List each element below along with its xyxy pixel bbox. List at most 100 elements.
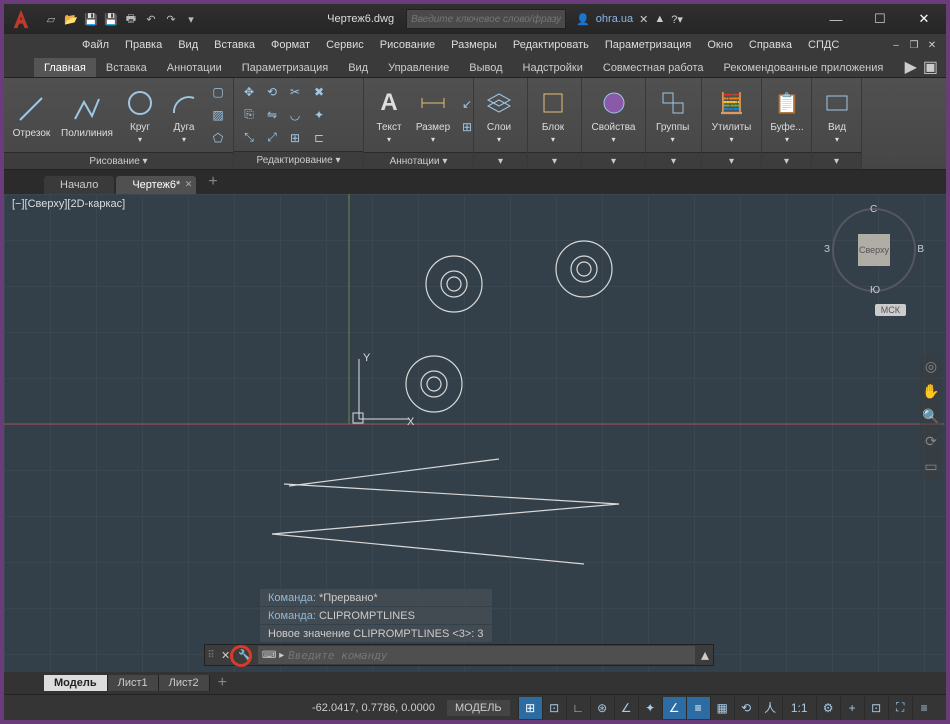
doc-tab-new-button[interactable]: + bbox=[198, 170, 227, 194]
mdi-close-button[interactable]: ✕ bbox=[924, 38, 940, 52]
ribbon-tab-insert[interactable]: Вставка bbox=[96, 58, 157, 77]
menu-modify[interactable]: Редактировать bbox=[505, 37, 597, 53]
circle-button[interactable]: Круг▾ bbox=[119, 80, 161, 150]
qat-dropdown-icon[interactable]: ▾ bbox=[182, 10, 200, 28]
nav-pan-icon[interactable]: ✋ bbox=[922, 383, 939, 400]
menu-window[interactable]: Окно bbox=[699, 37, 741, 53]
nav-orbit-icon[interactable]: ⟳ bbox=[925, 433, 937, 450]
panel-modify-title[interactable]: Редактирование ▾ bbox=[234, 151, 363, 169]
cmd-customize-button[interactable]: 🔧 bbox=[234, 649, 256, 662]
menu-insert[interactable]: Вставка bbox=[206, 37, 263, 53]
doc-tab-close-icon[interactable]: ✕ bbox=[185, 179, 193, 190]
cleanscreen-icon[interactable]: ⛶ bbox=[888, 697, 912, 719]
mdi-restore-button[interactable]: ❐ bbox=[906, 38, 922, 52]
viewcube[interactable]: Сверху С Ю В З bbox=[832, 208, 916, 292]
ortho-toggle-icon[interactable]: ∟ bbox=[566, 697, 590, 719]
wcs-badge[interactable]: МСК bbox=[875, 304, 906, 316]
ribbon-tab-featured[interactable]: Рекомендованные приложения bbox=[714, 58, 894, 77]
drawing-area[interactable]: [−][Сверху][2D-каркас] Y X Сверху С Ю В … bbox=[4, 194, 946, 694]
help-icon[interactable]: ?▾ bbox=[671, 13, 683, 26]
snap-toggle-icon[interactable]: ⊡ bbox=[542, 697, 566, 719]
rotate-icon[interactable]: ⟲ bbox=[261, 81, 283, 103]
menu-view[interactable]: Вид bbox=[170, 37, 206, 53]
erase-icon[interactable]: ✖ bbox=[308, 81, 330, 103]
stretch-icon[interactable]: ⤡ bbox=[238, 127, 260, 149]
panel-groups-title[interactable]: ▾ bbox=[646, 152, 701, 169]
ribbon-tab-view[interactable]: Вид bbox=[338, 58, 378, 77]
view-button[interactable]: Вид▾ bbox=[816, 80, 858, 150]
utilities-button[interactable]: 🧮Утилиты▾ bbox=[706, 80, 757, 150]
customize-status-icon[interactable]: ≡ bbox=[912, 697, 936, 719]
app-icon[interactable]: ▲ bbox=[654, 13, 665, 25]
annomonitor-icon[interactable]: + bbox=[840, 697, 864, 719]
copy-icon[interactable]: ⎘ bbox=[238, 104, 260, 126]
line-button[interactable]: Отрезок bbox=[8, 80, 55, 150]
cmd-recent-dropdown[interactable]: ▴ bbox=[697, 645, 713, 665]
panel-draw-title[interactable]: Рисование ▾ bbox=[4, 152, 233, 169]
trim-icon[interactable]: ✂ bbox=[284, 81, 306, 103]
layout-add-button[interactable]: + bbox=[210, 672, 235, 694]
menu-dimension[interactable]: Размеры bbox=[443, 37, 505, 53]
move-icon[interactable]: ✥ bbox=[238, 81, 260, 103]
menu-help[interactable]: Справка bbox=[741, 37, 800, 53]
menu-spds[interactable]: СПДС bbox=[800, 37, 847, 53]
layout-tab-1[interactable]: Лист1 bbox=[108, 675, 159, 691]
grid-toggle-icon[interactable]: ⊞ bbox=[518, 697, 542, 719]
qat-plot-icon[interactable]: 🖶 bbox=[122, 10, 140, 28]
menu-format[interactable]: Формат bbox=[263, 37, 318, 53]
qat-undo-icon[interactable]: ↶ bbox=[142, 10, 160, 28]
region-icon[interactable]: ⬠ bbox=[207, 127, 229, 149]
qat-save-icon[interactable]: 💾 bbox=[82, 10, 100, 28]
fillet-icon[interactable]: ◡ bbox=[284, 104, 306, 126]
offset-icon[interactable]: ⊏ bbox=[308, 127, 330, 149]
qat-open-icon[interactable]: 📂 bbox=[62, 10, 80, 28]
mdi-minimize-button[interactable]: – bbox=[888, 38, 904, 52]
menu-file[interactable]: Файл bbox=[74, 37, 117, 53]
viewcube-top[interactable]: Сверху bbox=[858, 234, 890, 266]
exchange-icon[interactable]: ✕ bbox=[639, 13, 648, 26]
properties-button[interactable]: Свойства▾ bbox=[586, 80, 641, 150]
ribbon-tab-addins[interactable]: Надстройки bbox=[513, 58, 593, 77]
nav-zoom-icon[interactable]: 🔍 bbox=[922, 408, 939, 425]
clipboard-button[interactable]: 📋Буфе...▾ bbox=[766, 80, 808, 150]
ribbon-play-icon[interactable]: ▶ bbox=[905, 57, 917, 77]
ribbon-min-icon[interactable]: ▣ bbox=[923, 57, 938, 77]
panel-view-title[interactable]: ▾ bbox=[812, 152, 861, 169]
signin-icon[interactable]: 👤 bbox=[576, 13, 590, 26]
menu-parametric[interactable]: Параметризация bbox=[597, 37, 699, 53]
lineweight-icon[interactable]: ≡ bbox=[686, 697, 710, 719]
layout-tab-model[interactable]: Модель bbox=[44, 675, 108, 691]
transparency-icon[interactable]: ▦ bbox=[710, 697, 734, 719]
ribbon-tab-annotate[interactable]: Аннотации bbox=[157, 58, 232, 77]
layout-tab-2[interactable]: Лист2 bbox=[159, 675, 210, 691]
minimize-button[interactable]: — bbox=[814, 4, 858, 34]
polyline-button[interactable]: Полилиния bbox=[57, 80, 117, 150]
cmd-close-icon[interactable]: ✕ bbox=[217, 649, 234, 662]
block-button[interactable]: Блок▾ bbox=[532, 80, 574, 150]
menu-edit[interactable]: Правка bbox=[117, 37, 170, 53]
polar-toggle-icon[interactable]: ⊛ bbox=[590, 697, 614, 719]
app-logo-icon[interactable] bbox=[4, 4, 38, 34]
array-icon[interactable]: ⊞ bbox=[284, 127, 306, 149]
hatch-icon[interactable]: ▨ bbox=[207, 104, 229, 126]
ribbon-tab-output[interactable]: Вывод bbox=[459, 58, 512, 77]
command-input[interactable] bbox=[288, 649, 691, 662]
panel-annotation-title[interactable]: Аннотации ▾ bbox=[364, 152, 473, 169]
rectangle-icon[interactable]: ▢ bbox=[207, 81, 229, 103]
scale-display[interactable]: 1:1 bbox=[782, 697, 816, 719]
layers-button[interactable]: Слои▾ bbox=[478, 80, 520, 150]
groups-button[interactable]: Группы▾ bbox=[650, 80, 695, 150]
search-input[interactable] bbox=[406, 9, 566, 29]
nav-wheel-icon[interactable]: ◎ bbox=[925, 358, 937, 375]
scale-icon[interactable]: ⤢ bbox=[261, 127, 283, 149]
maximize-button[interactable]: ☐ bbox=[858, 4, 902, 34]
arc-button[interactable]: Дуга▾ bbox=[163, 80, 205, 150]
qat-new-icon[interactable]: ▱ bbox=[42, 10, 60, 28]
close-button[interactable]: ✕ bbox=[902, 4, 946, 34]
osnap-toggle-icon[interactable]: ✦ bbox=[638, 697, 662, 719]
qat-saveas-icon[interactable]: 💾 bbox=[102, 10, 120, 28]
ribbon-tab-manage[interactable]: Управление bbox=[378, 58, 459, 77]
user-link[interactable]: ohra.ua bbox=[596, 13, 633, 25]
workspace-icon[interactable]: ⚙ bbox=[816, 697, 840, 719]
menu-draw[interactable]: Рисование bbox=[372, 37, 443, 53]
